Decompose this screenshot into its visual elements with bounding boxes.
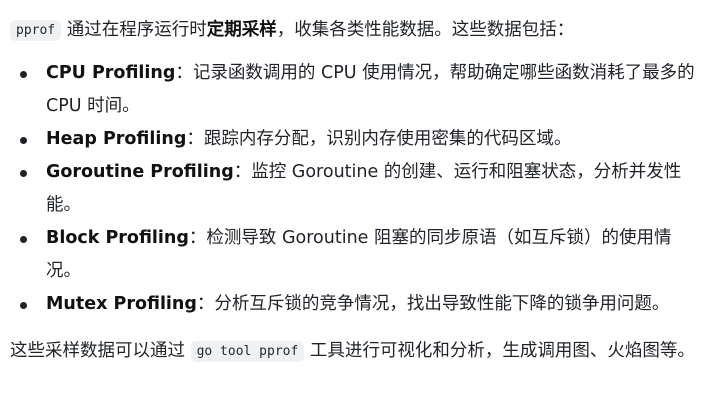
intro-text-2: ，收集各类性能数据。这些数据包括：	[276, 20, 575, 40]
outro-text-1: 这些采样数据可以通过	[10, 341, 191, 361]
inline-code-go-tool-pprof: go tool pprof	[190, 341, 305, 362]
list-item: Heap Profiling：跟踪内存分配，识别内存使用密集的代码区域。	[20, 123, 700, 156]
list-item: CPU Profiling：记录函数调用的 CPU 使用情况，帮助确定哪些函数消…	[20, 57, 700, 123]
list-item-term: CPU Profiling	[46, 63, 176, 83]
list-item-desc: ：跟踪内存分配，识别内存使用密集的代码区域。	[186, 129, 572, 149]
list-item-term: Goroutine Profiling	[46, 162, 234, 182]
list-item: Goroutine Profiling：监控 Goroutine 的创建、运行和…	[20, 156, 700, 222]
bullet-icon	[20, 137, 27, 144]
outro-paragraph: 这些采样数据可以通过 go tool pprof 工具进行可视化和分析，生成调用…	[10, 335, 700, 368]
document-body: pprof 通过在程序运行时定期采样，收集各类性能数据。这些数据包括： CPU …	[0, 0, 700, 368]
bullet-icon	[20, 302, 27, 309]
list-item: Block Profiling：检测导致 Goroutine 阻塞的同步原语（如…	[20, 222, 700, 288]
list-item-desc: ：分析互斥锁的竞争情况，找出导致性能下降的锁争用问题。	[196, 294, 670, 314]
intro-paragraph: pprof 通过在程序运行时定期采样，收集各类性能数据。这些数据包括：	[10, 14, 700, 47]
list-item-term: Mutex Profiling	[46, 294, 197, 314]
inline-code-pprof: pprof	[10, 20, 62, 41]
outro-text-2: 工具进行可视化和分析，生成调用图、火焰图等。	[304, 341, 695, 361]
bullet-icon	[20, 170, 27, 177]
intro-text-1: 通过在程序运行时	[61, 20, 207, 40]
list-item: Mutex Profiling：分析互斥锁的竞争情况，找出导致性能下降的锁争用问…	[20, 288, 700, 321]
intro-bold-text: 定期采样	[206, 20, 277, 40]
bullet-icon	[20, 236, 27, 243]
bullet-icon	[20, 71, 27, 78]
list-item-term: Block Profiling	[46, 228, 189, 248]
profiling-list: CPU Profiling：记录函数调用的 CPU 使用情况，帮助确定哪些函数消…	[10, 57, 700, 321]
list-item-term: Heap Profiling	[46, 129, 187, 149]
